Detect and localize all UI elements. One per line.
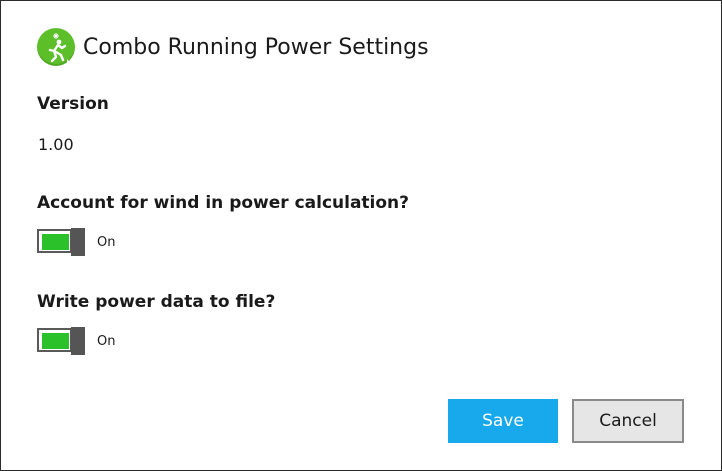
wind-setting-label: Account for wind in power calculation? bbox=[37, 193, 410, 213]
version-value: 1.00 bbox=[38, 135, 74, 154]
toggle-thumb[interactable] bbox=[71, 327, 85, 355]
wind-toggle[interactable] bbox=[37, 228, 85, 256]
version-label: Version bbox=[37, 94, 109, 114]
settings-dialog: Combo Running Power Settings Version 1.0… bbox=[0, 0, 722, 471]
toggle-thumb[interactable] bbox=[71, 228, 85, 256]
running-figure-icon bbox=[37, 28, 75, 66]
wind-toggle-state: On bbox=[97, 235, 116, 250]
toggle-track bbox=[37, 328, 72, 352]
write-data-toggle[interactable] bbox=[37, 327, 85, 355]
cancel-button[interactable]: Cancel bbox=[572, 399, 684, 443]
write-data-setting-label: Write power data to file? bbox=[37, 292, 276, 312]
toggle-track bbox=[37, 229, 72, 253]
write-data-toggle-state: On bbox=[97, 334, 116, 349]
save-button[interactable]: Save bbox=[448, 399, 558, 443]
toggle-fill bbox=[42, 333, 69, 349]
dialog-title: Combo Running Power Settings bbox=[83, 35, 429, 60]
toggle-fill bbox=[42, 234, 69, 250]
